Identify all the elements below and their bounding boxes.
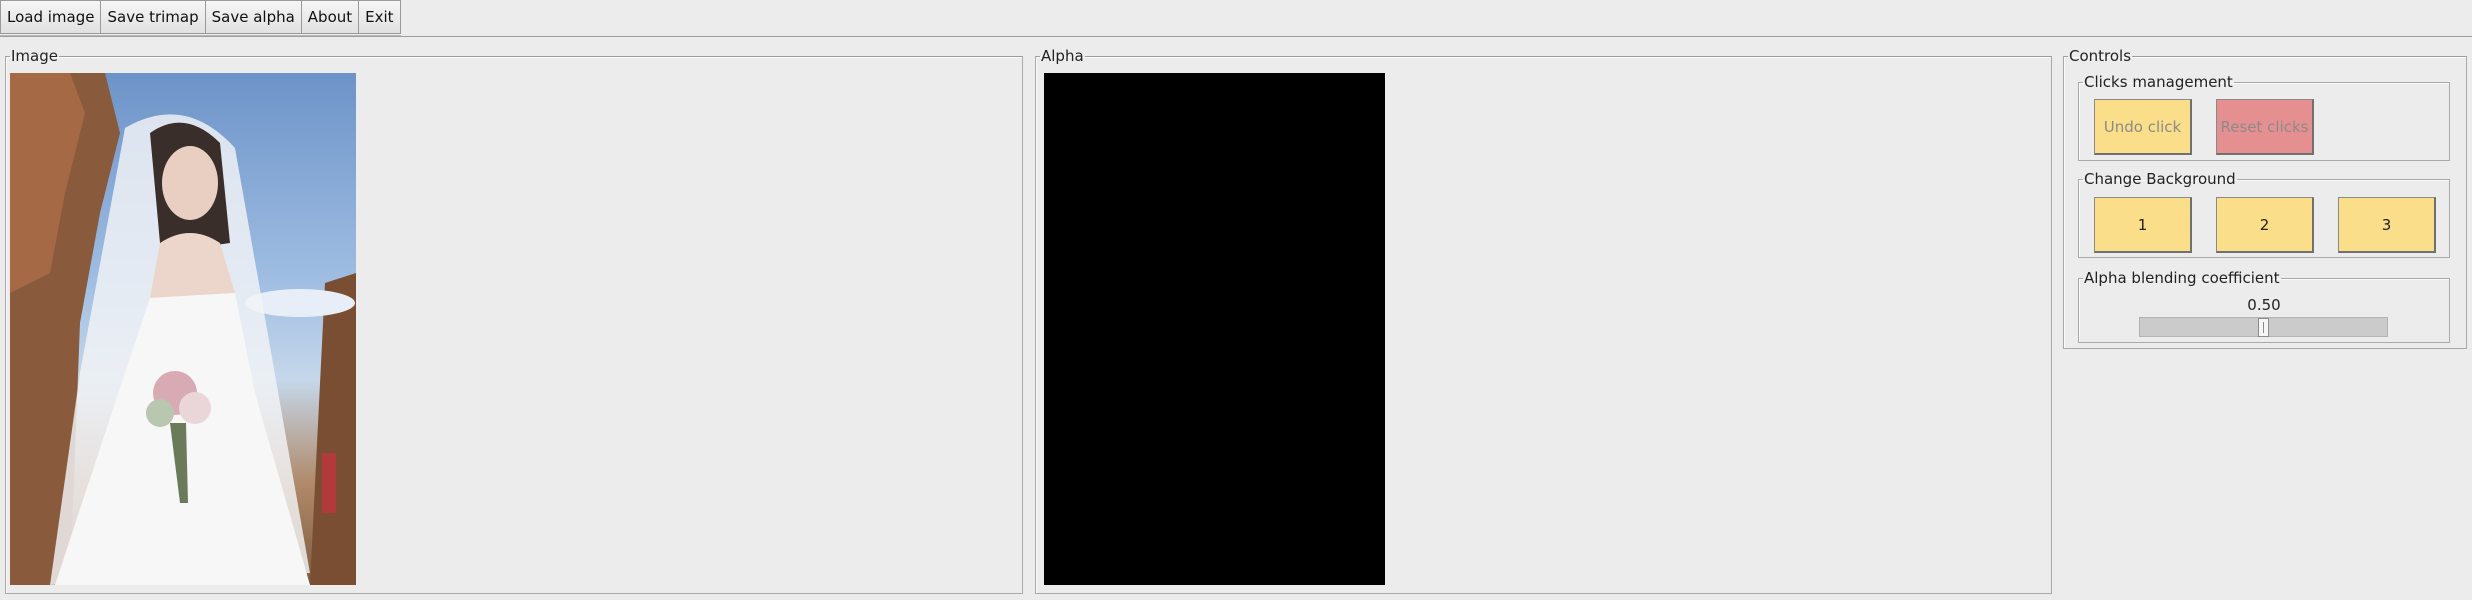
image-panel-title: Image xyxy=(11,47,58,65)
alpha-canvas xyxy=(1044,73,1385,585)
undo-click-button[interactable]: Undo click xyxy=(2094,99,2192,155)
save-trimap-button[interactable]: Save trimap xyxy=(101,0,206,34)
about-button[interactable]: About xyxy=(301,0,360,34)
change-background-title: Change Background xyxy=(2084,170,2236,188)
background-1-button[interactable]: 1 xyxy=(2094,197,2192,253)
alpha-blending-slider[interactable] xyxy=(2139,317,2388,337)
controls-title: Controls xyxy=(2069,47,2132,65)
alpha-blending-value: 0.50 xyxy=(2247,296,2281,314)
exit-button[interactable]: Exit xyxy=(359,0,401,34)
slider-handle[interactable] xyxy=(2258,318,2269,337)
load-image-button[interactable]: Load image xyxy=(0,0,102,34)
alpha-panel-title: Alpha xyxy=(1041,47,1084,65)
clicks-management-title: Clicks management xyxy=(2084,73,2233,91)
reset-clicks-button[interactable]: Reset clicks xyxy=(2216,99,2314,155)
menu-toolbar: Load image Save trimap Save alpha About … xyxy=(0,0,401,36)
background-2-button[interactable]: 2 xyxy=(2216,197,2314,253)
image-canvas[interactable] xyxy=(10,73,356,585)
background-3-button[interactable]: 3 xyxy=(2338,197,2436,253)
bride-photo xyxy=(10,73,356,585)
alpha-blending-title: Alpha blending coefficient xyxy=(2084,269,2280,287)
toolbar-separator xyxy=(0,36,2472,37)
save-alpha-button[interactable]: Save alpha xyxy=(205,0,302,34)
